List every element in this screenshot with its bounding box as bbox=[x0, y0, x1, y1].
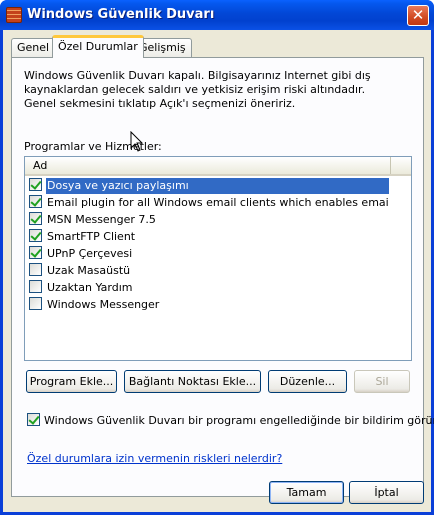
add-program-button[interactable]: Program Ekle... bbox=[26, 370, 117, 393]
list-item[interactable]: Windows Messenger bbox=[29, 297, 389, 313]
item-label: Windows Messenger bbox=[47, 298, 160, 311]
item-checkbox[interactable] bbox=[29, 263, 42, 276]
list-item[interactable]: Dosya ve yazıcı paylaşımı bbox=[29, 178, 389, 194]
cancel-button[interactable]: İptal bbox=[349, 481, 424, 504]
tab-exceptions-label: Özel Durumlar bbox=[58, 40, 138, 53]
list-item[interactable]: SmartFTP Client bbox=[29, 229, 389, 245]
title-bar[interactable]: Windows Güvenlik Duvarı ✕ bbox=[0, 0, 434, 30]
item-checkbox[interactable] bbox=[29, 195, 42, 208]
list-header: Ad bbox=[25, 157, 411, 176]
item-label: UPnP Çerçevesi bbox=[47, 247, 133, 260]
tab-general[interactable]: Genel bbox=[11, 38, 56, 58]
exceptions-risk-link[interactable]: Özel durumlara izin vermenin riskleri ne… bbox=[27, 452, 282, 465]
list-item[interactable]: Uzak Masaüstü bbox=[29, 263, 389, 279]
list-item[interactable]: UPnP Çerçevesi bbox=[29, 246, 389, 262]
item-label: Uzaktan Yardım bbox=[47, 281, 133, 294]
tab-general-label: Genel bbox=[17, 41, 50, 54]
firewall-icon bbox=[6, 7, 22, 23]
warning-description: Windows Güvenlik Duvarı kapalı. Bilgisay… bbox=[24, 69, 371, 110]
add-port-button[interactable]: Bağlantı Noktası Ekle... bbox=[124, 370, 261, 393]
tab-exceptions[interactable]: Özel Durumlar bbox=[52, 35, 144, 58]
notify-option[interactable]: Windows Güvenlik Duvarı bir programı eng… bbox=[27, 413, 434, 427]
item-checkbox[interactable] bbox=[29, 297, 42, 310]
ok-button[interactable]: Tamam bbox=[269, 481, 344, 504]
item-label: SmartFTP Client bbox=[47, 230, 136, 243]
dialog-client-area: Genel Özel Durumlar Gelişmiş Windows Güv… bbox=[3, 30, 434, 512]
window-title: Windows Güvenlik Duvarı bbox=[27, 7, 215, 22]
close-button[interactable]: ✕ bbox=[407, 5, 429, 26]
edit-button[interactable]: Düzenle... bbox=[268, 370, 347, 393]
programs-section-label: Programlar ve Hizmetler: bbox=[24, 140, 162, 153]
item-checkbox[interactable] bbox=[29, 229, 42, 242]
list-item[interactable]: Email plugin for all Windows email clien… bbox=[29, 195, 389, 211]
firewall-window: Windows Güvenlik Duvarı ✕ Genel Özel Dur… bbox=[0, 0, 434, 515]
tab-advanced-label: Gelişmiş bbox=[139, 41, 186, 54]
item-checkbox[interactable] bbox=[29, 178, 42, 191]
notify-checkbox[interactable] bbox=[27, 413, 40, 426]
programs-list[interactable]: Ad Dosya ve yazıcı paylaşımı Email plugi… bbox=[24, 156, 412, 361]
item-label: MSN Messenger 7.5 bbox=[47, 213, 156, 226]
item-label: Email plugin for all Windows email clien… bbox=[47, 196, 389, 209]
item-checkbox[interactable] bbox=[29, 212, 42, 225]
exceptions-panel: Windows Güvenlik Duvarı kapalı. Bilgisay… bbox=[11, 57, 434, 497]
close-icon: ✕ bbox=[411, 6, 425, 24]
notify-checkbox-label: Windows Güvenlik Duvarı bir programı eng… bbox=[44, 414, 434, 427]
list-item[interactable]: MSN Messenger 7.5 bbox=[29, 212, 389, 228]
delete-button[interactable]: Sil bbox=[354, 370, 410, 393]
item-checkbox[interactable] bbox=[29, 280, 42, 293]
list-item[interactable]: Uzaktan Yardım bbox=[29, 280, 389, 296]
item-label: Dosya ve yazıcı paylaşımı bbox=[46, 178, 389, 194]
column-header-name[interactable]: Ad bbox=[25, 157, 391, 174]
item-label: Uzak Masaüstü bbox=[47, 264, 131, 277]
item-checkbox[interactable] bbox=[29, 246, 42, 259]
